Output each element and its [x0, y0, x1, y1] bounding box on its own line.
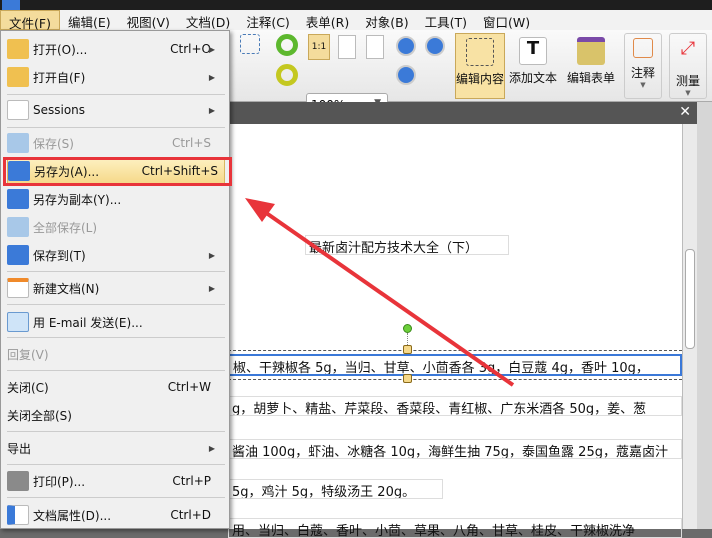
arrow-head-icon — [245, 198, 275, 222]
arrow-line — [260, 208, 515, 387]
annotation-arrow — [245, 198, 515, 387]
